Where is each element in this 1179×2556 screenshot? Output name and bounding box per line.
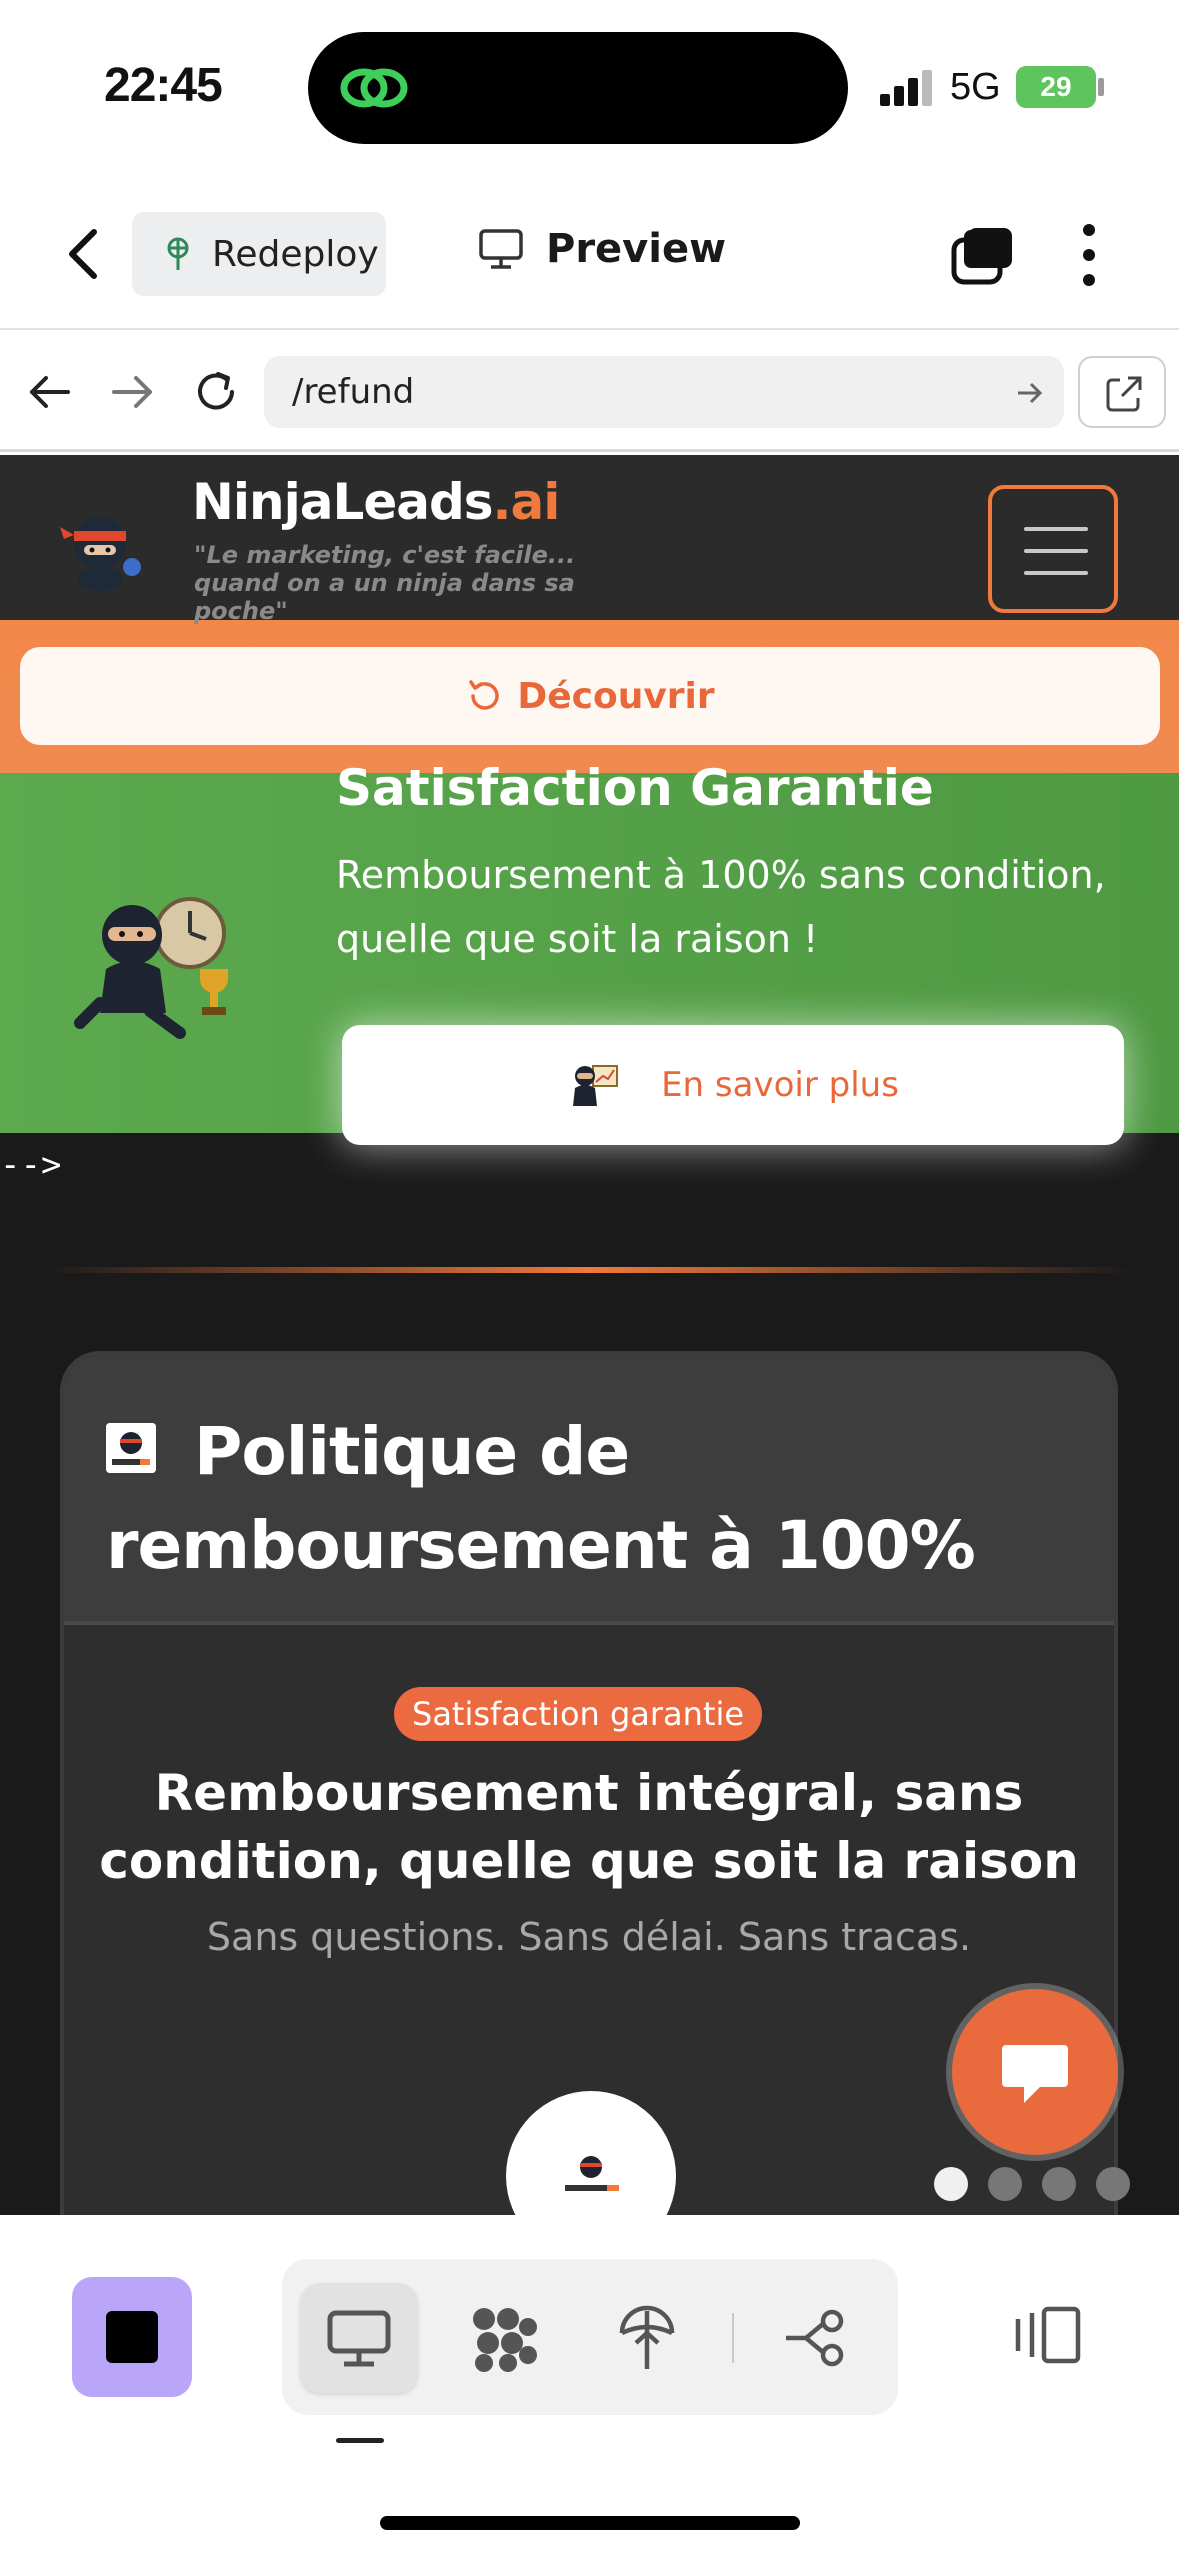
forward-arrow-icon[interactable]	[106, 366, 158, 418]
stop-icon	[106, 2311, 158, 2363]
back-chevron-icon[interactable]	[60, 224, 110, 284]
ninja-chart-icon	[573, 1065, 619, 1106]
active-view-indicator	[336, 2438, 384, 2443]
carousel-dot[interactable]	[934, 2167, 968, 2201]
signal-icon	[880, 70, 940, 106]
refund-subtext: Sans questions. Sans délai. Sans tracas.	[206, 1915, 972, 1959]
learn-more-label: En savoir plus	[661, 1065, 899, 1105]
app-header: Redeploy Preview	[0, 180, 1179, 330]
browser-toolbar: /refund	[0, 332, 1179, 452]
go-arrow-icon[interactable]	[1014, 378, 1044, 408]
ninja-trophy-icon	[74, 897, 228, 1039]
card-header: Politique de remboursement à 100%	[64, 1355, 1114, 1625]
dynamic-island	[308, 32, 848, 144]
url-text: /refund	[292, 372, 415, 412]
deploy-view-button[interactable]	[588, 2283, 706, 2393]
url-field[interactable]: /refund	[264, 356, 1064, 428]
redeploy-button[interactable]: Redeploy	[132, 212, 386, 296]
link-icon	[340, 68, 408, 108]
grid-icon	[473, 2308, 537, 2372]
sidebar-icon[interactable]	[1010, 2305, 1082, 2365]
brand-suffix: .ai	[492, 473, 561, 531]
site-brand[interactable]: NinjaLeads.ai	[192, 473, 561, 531]
satisfaction-text: Remboursement à 100% sans condition, que…	[336, 853, 1106, 961]
redeploy-label: Redeploy	[212, 233, 379, 275]
preview-label: Preview	[546, 226, 727, 272]
refund-heading: Remboursement intégral, sans condition, …	[99, 1764, 1079, 1890]
open-external-button[interactable]	[1078, 356, 1166, 428]
ninja-logo-icon[interactable]	[58, 507, 154, 593]
brand-circle-logo	[506, 2091, 676, 2215]
monitor-icon	[327, 2310, 391, 2367]
ninjaleads-logo-icon	[565, 2156, 619, 2191]
clock: 22:45	[104, 59, 223, 112]
network-label: 5G	[950, 66, 1001, 108]
canvas-view-button[interactable]	[444, 2283, 562, 2393]
carousel-dot[interactable]	[1042, 2167, 1076, 2201]
battery-tip	[1098, 78, 1104, 96]
deploy-icon	[619, 2305, 675, 2369]
monitor-icon	[479, 229, 523, 269]
battery-icon: 29	[1016, 66, 1096, 108]
status-bar: 22:45 5G 29	[0, 0, 1179, 180]
back-arrow-icon[interactable]	[24, 366, 76, 418]
menu-button[interactable]	[988, 485, 1118, 613]
reload-icon[interactable]	[190, 366, 242, 418]
preview-view-button[interactable]	[300, 2283, 418, 2393]
menu-icon-bar	[1024, 549, 1088, 553]
policy-title: Politique de remboursement à 100%	[106, 1413, 976, 1584]
preview-tab[interactable]: Preview	[478, 226, 726, 272]
discover-label: Découvrir	[517, 675, 715, 717]
home-indicator	[380, 2516, 800, 2530]
more-icon[interactable]	[1070, 220, 1108, 290]
brand-main: NinjaLeads	[192, 473, 494, 531]
site-tagline: "Le marketing, c'est facile... quand on …	[194, 541, 576, 625]
tabs-icon[interactable]	[950, 224, 1016, 286]
chat-icon	[1002, 2045, 1068, 2103]
discover-button[interactable]: Découvrir	[20, 647, 1160, 745]
share-view-button[interactable]	[756, 2283, 874, 2393]
webview: NinjaLeads.ai "Le marketing, c'est facil…	[0, 455, 1179, 2215]
satisfaction-title: Satisfaction Garantie	[336, 759, 934, 817]
bottom-toolbar	[0, 2215, 1179, 2556]
learn-more-button[interactable]: En savoir plus	[342, 1025, 1124, 1145]
view-switcher	[282, 2259, 898, 2415]
carousel-dot[interactable]	[1096, 2167, 1130, 2201]
menu-icon-bar	[1024, 571, 1088, 575]
stray-html-text: -->	[0, 1145, 62, 1185]
carousel-dots	[934, 2167, 1130, 2201]
redeploy-icon	[167, 237, 189, 270]
satisfaction-badge: Satisfaction garantie	[394, 1687, 763, 1741]
chat-button[interactable]	[952, 1989, 1118, 2155]
refresh-icon	[469, 680, 500, 710]
stop-button[interactable]	[72, 2277, 192, 2397]
section-divider	[44, 1267, 1134, 1273]
toolbar-separator	[732, 2313, 734, 2363]
menu-icon	[1024, 527, 1088, 531]
share-icon	[786, 2309, 844, 2367]
external-link-icon	[1106, 376, 1142, 412]
carousel-dot[interactable]	[988, 2167, 1022, 2201]
site-navbar: NinjaLeads.ai "Le marketing, c'est facil…	[0, 455, 1179, 625]
